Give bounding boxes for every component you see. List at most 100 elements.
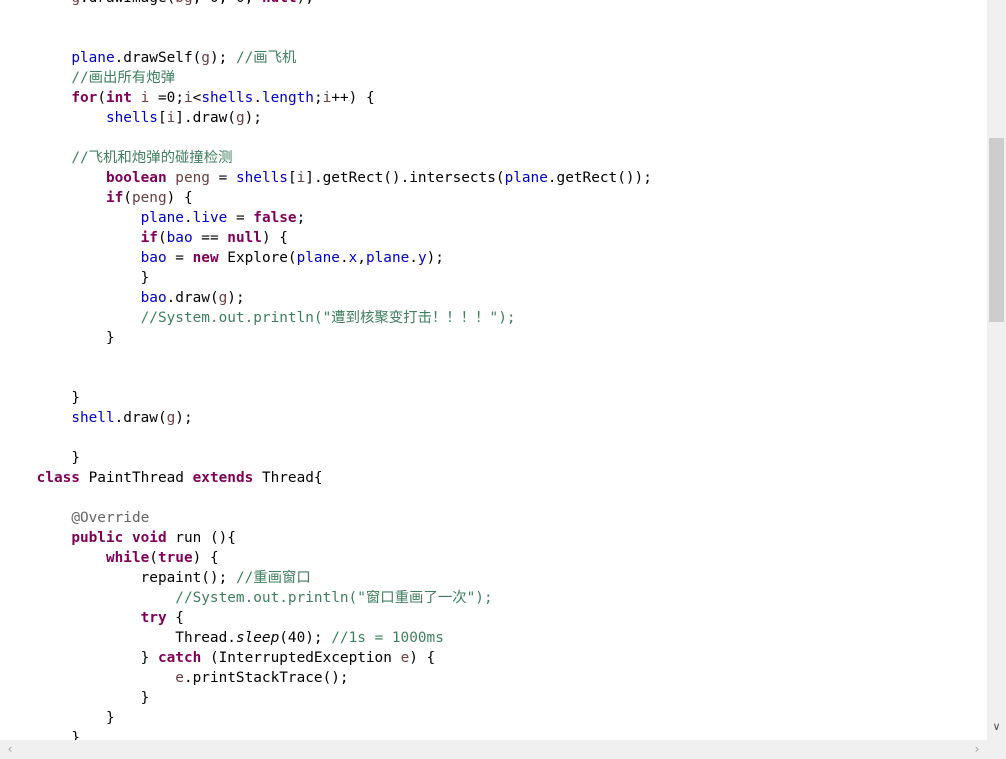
code-line: } bbox=[2, 328, 652, 348]
code-line: g.drawImage(bg, 0, 0, null); bbox=[2, 0, 652, 8]
code-token: shell bbox=[71, 410, 115, 426]
code-token: peng bbox=[131, 190, 167, 206]
code-token: . bbox=[253, 90, 262, 106]
code-line: shell.draw(g); bbox=[2, 408, 652, 428]
code-token: bao bbox=[140, 290, 167, 306]
code-line: public void run (){ bbox=[2, 528, 652, 548]
code-line: if(bao == null) { bbox=[2, 228, 652, 248]
code-token: plane bbox=[365, 250, 410, 266]
code-token: //画飞机 bbox=[235, 50, 297, 66]
vertical-scrollbar[interactable]: ∨ bbox=[987, 0, 1006, 740]
code-token: g bbox=[166, 410, 176, 426]
scroll-down-arrow-icon[interactable]: ∨ bbox=[987, 716, 1006, 738]
code-token: = bbox=[166, 250, 193, 266]
code-token: i bbox=[166, 110, 176, 126]
code-token: .printStackTrace(); bbox=[183, 670, 349, 686]
code-token: e bbox=[175, 670, 184, 686]
code-token: plane bbox=[296, 250, 340, 266]
code-token: repaint(); bbox=[140, 570, 236, 586]
code-token: //画出所有炮弹 bbox=[71, 70, 175, 86]
code-token: , 0, 0, bbox=[193, 0, 262, 6]
scroll-right-arrow-icon[interactable]: › bbox=[969, 740, 985, 759]
code-token: = bbox=[209, 170, 236, 186]
code-token: boolean bbox=[105, 170, 167, 186]
code-token: } bbox=[71, 450, 80, 466]
code-line: repaint(); //重画窗口 bbox=[2, 568, 652, 588]
code-token: } bbox=[140, 650, 158, 666]
code-token: .draw( bbox=[114, 410, 167, 426]
code-token: run (){ bbox=[166, 530, 236, 546]
code-token: Thread{ bbox=[253, 470, 323, 486]
code-token: ) { bbox=[166, 190, 193, 206]
code-token: bg bbox=[175, 0, 192, 6]
code-token: .drawImage( bbox=[80, 0, 175, 6]
code-token: ( bbox=[97, 90, 106, 106]
code-line: } bbox=[2, 448, 652, 468]
code-line: for(int i =0;i<shells.length;i++) { bbox=[2, 88, 652, 108]
code-token: while bbox=[105, 550, 150, 566]
code-token: ) { bbox=[192, 550, 219, 566]
code-token: g bbox=[201, 50, 210, 66]
code-line: while(true) { bbox=[2, 548, 652, 568]
code-line: e.printStackTrace(); bbox=[2, 668, 652, 688]
code-token: .drawSelf( bbox=[114, 50, 202, 66]
horizontal-scrollbar[interactable]: ‹ › bbox=[0, 740, 987, 759]
code-line: try { bbox=[2, 608, 652, 628]
code-token: peng bbox=[175, 170, 210, 186]
code-token: ); bbox=[175, 410, 193, 426]
code-token: ].getRect().intersects( bbox=[305, 170, 505, 186]
code-token: public bbox=[71, 530, 124, 546]
vertical-scrollbar-thumb[interactable] bbox=[989, 138, 1004, 322]
code-line: } bbox=[2, 728, 652, 740]
code-token: ); bbox=[244, 110, 262, 126]
code-token: try bbox=[140, 610, 167, 626]
code-token: = bbox=[227, 210, 254, 226]
code-line: bao = new Explore(plane.x,plane.y); bbox=[2, 248, 652, 268]
code-token: Explore( bbox=[218, 250, 297, 266]
code-token: } bbox=[140, 270, 150, 286]
code-token: . bbox=[339, 250, 349, 266]
code-token: //System.out.println("遭到核聚变打击！！！！"); bbox=[140, 310, 516, 326]
code-token: catch bbox=[157, 650, 202, 666]
code-token: ( bbox=[123, 190, 132, 206]
code-token: if bbox=[140, 230, 158, 246]
code-token: sleep bbox=[235, 630, 280, 646]
code-line: Thread.sleep(40); //1s = 1000ms bbox=[2, 628, 652, 648]
code-token: void bbox=[131, 530, 167, 546]
code-editor[interactable]: g.drawImage(bg, 0, 0, null); plane.drawS… bbox=[0, 0, 987, 740]
code-token: .getRect()); bbox=[547, 170, 652, 186]
scroll-left-arrow-icon[interactable]: ‹ bbox=[2, 740, 18, 759]
code-token: null bbox=[227, 230, 262, 246]
code-line: class PaintThread extends Thread{ bbox=[2, 468, 652, 488]
code-line: bao.draw(g); bbox=[2, 288, 652, 308]
code-token: plane bbox=[140, 210, 184, 226]
code-token: null bbox=[262, 0, 297, 6]
code-token: shells bbox=[235, 170, 288, 186]
code-token: extends bbox=[192, 470, 254, 486]
code-token: . bbox=[183, 210, 193, 226]
code-token: PaintThread bbox=[79, 470, 193, 486]
code-line: } bbox=[2, 268, 652, 288]
code-token: . bbox=[409, 250, 418, 266]
